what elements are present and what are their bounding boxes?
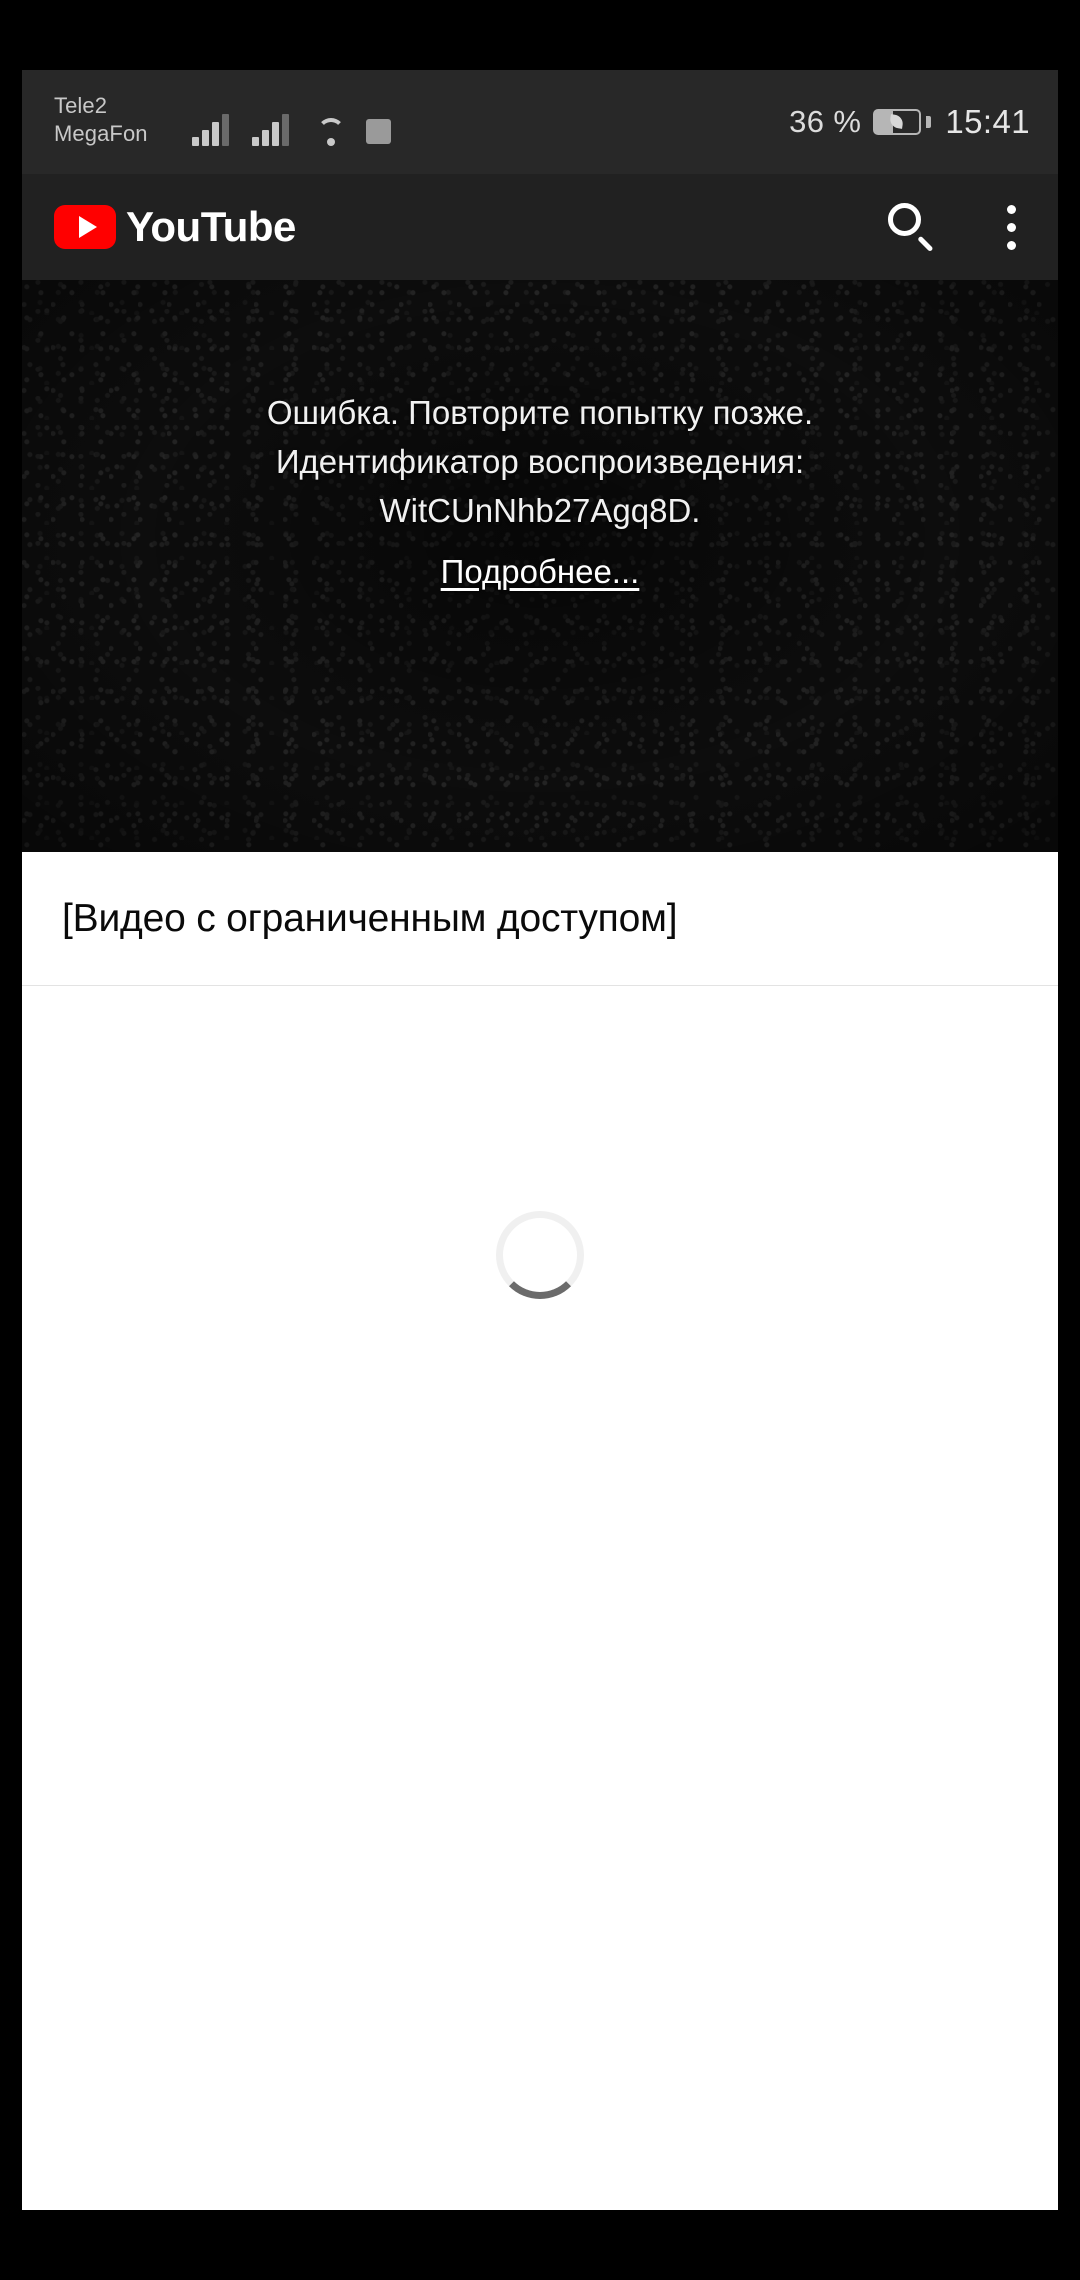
youtube-play-icon [54, 205, 116, 249]
youtube-wordmark: YouTube [126, 203, 296, 250]
video-title: [Видео с ограниченным доступом] [62, 896, 678, 940]
video-title-row[interactable]: [Видео с ограниченным доступом] [22, 852, 1058, 986]
learn-more-link[interactable]: Подробнее... [441, 547, 640, 596]
clock-label: 15:41 [945, 103, 1030, 140]
status-bar: Tele2 MegaFon 36 % 15:41 [22, 70, 1058, 174]
battery-saver-icon [873, 109, 922, 135]
header-actions [884, 174, 1034, 280]
carrier-label-secondary: MegaFon [54, 121, 148, 146]
battery-tip [926, 116, 932, 128]
app-header: YouTube [22, 174, 1058, 280]
square-indicator-icon [366, 119, 391, 144]
carrier-label-primary: Tele2 [54, 93, 108, 118]
signal-bars-icon-sim2 [252, 112, 292, 146]
wifi-icon [312, 116, 350, 146]
content-area [22, 986, 1058, 2111]
status-icon-group [192, 102, 391, 146]
search-icon[interactable] [884, 199, 940, 255]
phone-screenshot: Tele2 MegaFon 36 % 15:41 YouTube Ошибка.… [0, 0, 1080, 2280]
loading-spinner-icon [496, 1211, 584, 1299]
error-line-1: Ошибка. Повторите попытку позже. [266, 394, 814, 431]
status-bar-right: 36 % 15:41 [789, 70, 1030, 174]
battery-percent-label: 36 % [789, 104, 862, 139]
error-line-2: Идентификатор воспроизведения: [275, 443, 805, 480]
carrier-labels: Tele2 MegaFon [54, 92, 148, 148]
error-playback-id: WitCUnNhb27Agq8D. [379, 492, 701, 529]
player-error-message: Ошибка. Повторите попытку позже. Идентиф… [22, 388, 1058, 596]
device-screen: Tele2 MegaFon 36 % 15:41 YouTube Ошибка.… [22, 70, 1058, 2210]
signal-bars-icon-sim1 [192, 112, 232, 146]
video-player[interactable]: Ошибка. Повторите попытку позже. Идентиф… [22, 280, 1058, 852]
youtube-logo[interactable]: YouTube [54, 203, 296, 251]
more-vertical-icon[interactable] [988, 199, 1034, 255]
